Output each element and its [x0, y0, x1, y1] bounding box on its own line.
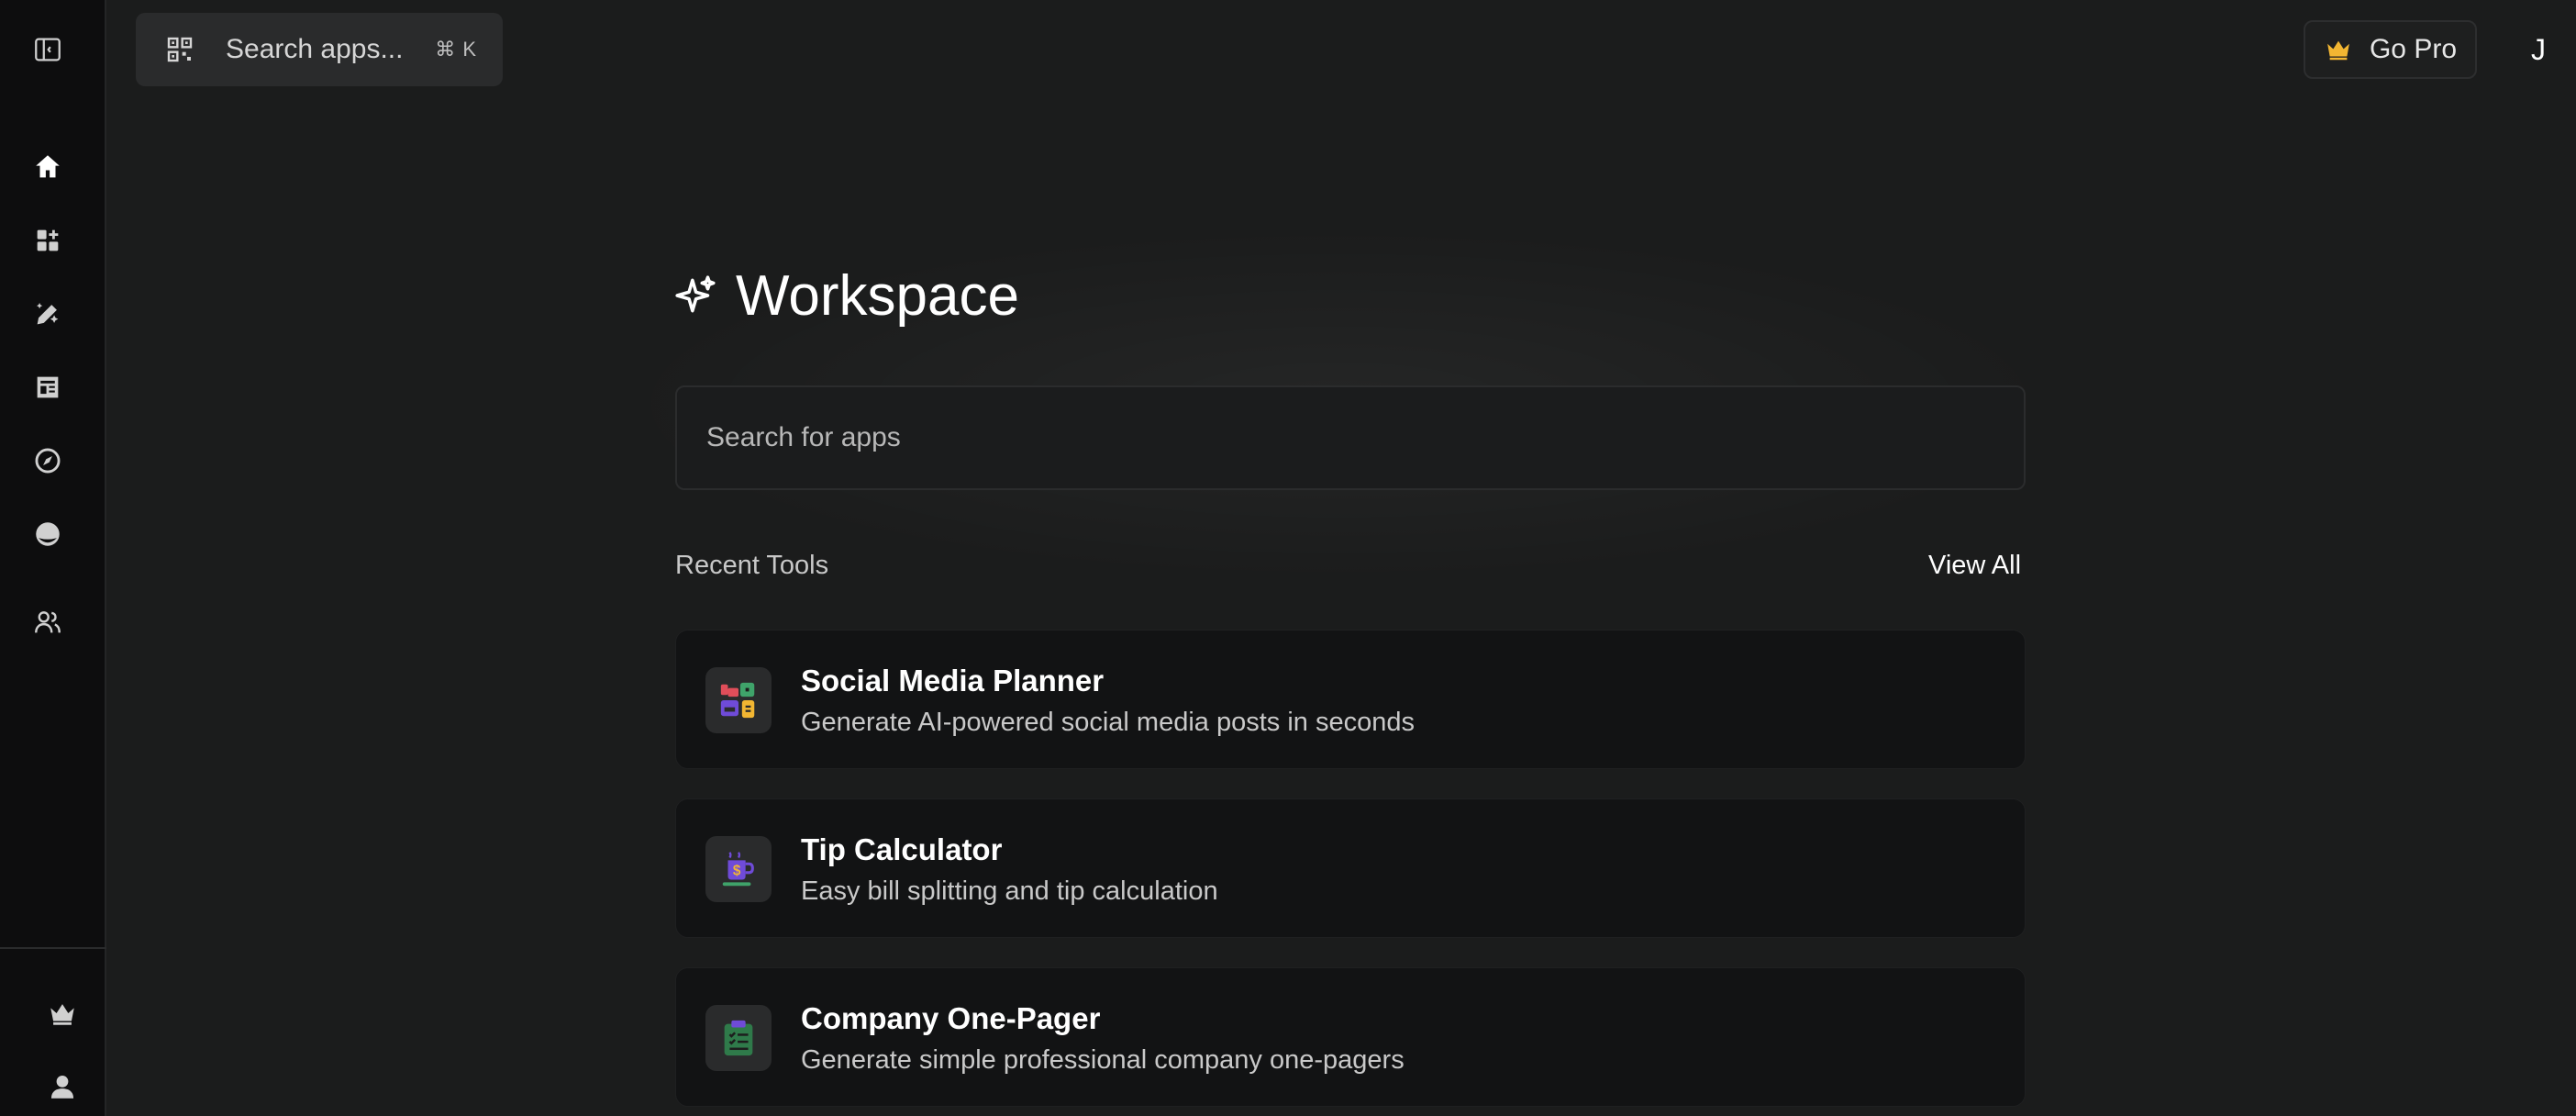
qr-code-icon: [167, 37, 193, 62]
go-pro-button[interactable]: Go Pro: [2304, 20, 2477, 79]
face-icon[interactable]: [31, 518, 64, 551]
tool-title: Company One-Pager: [801, 1001, 1101, 1035]
search-shortcut-hint: ⌘ K: [435, 38, 477, 61]
sparkles-icon: [675, 275, 716, 313]
clipboard-icon: [705, 1005, 772, 1071]
view-all-link[interactable]: View All: [1928, 551, 2021, 581]
tool-description: Generate AI-powered social media posts i…: [801, 708, 1415, 737]
tool-description: Generate simple professional company one…: [801, 1045, 1405, 1075]
edit-sparkle-icon[interactable]: [31, 297, 64, 330]
top-search-button[interactable]: Search apps... ⌘ K: [136, 13, 503, 86]
go-pro-label: Go Pro: [2369, 34, 2458, 64]
home-icon[interactable]: [31, 151, 64, 184]
tool-title: Social Media Planner: [801, 664, 1105, 698]
app-search-input[interactable]: [675, 385, 2026, 490]
panel-toggle-icon[interactable]: [31, 33, 64, 66]
crown-icon: [2327, 40, 2349, 61]
tip-jar-icon: $: [705, 836, 772, 902]
tool-description: Easy bill splitting and tip calculation: [801, 876, 1218, 906]
apps-add-icon[interactable]: [31, 224, 64, 257]
compass-icon[interactable]: [31, 444, 64, 477]
crown-icon[interactable]: [46, 997, 79, 1030]
page-title-text: Workspace: [736, 263, 1019, 328]
tool-card-social-media-planner[interactable]: Social Media Planner Generate AI-powered…: [675, 630, 2026, 769]
tool-card-company-one-pager[interactable]: Company One-Pager Generate simple profes…: [675, 967, 2026, 1107]
profile-icon[interactable]: [46, 1070, 79, 1103]
avatar[interactable]: J: [2525, 28, 2552, 72]
svg-text:$: $: [733, 864, 741, 879]
social-media-icon: [705, 667, 772, 733]
users-icon[interactable]: [31, 606, 64, 639]
newspaper-icon[interactable]: [31, 371, 64, 404]
tool-card-tip-calculator[interactable]: $ Tip Calculator Easy bill splitting and…: [675, 798, 2026, 938]
page-title: Workspace: [673, 259, 1019, 332]
recent-tools-heading: Recent Tools: [675, 551, 829, 580]
sidebar-divider: [0, 947, 106, 949]
tool-title: Tip Calculator: [801, 832, 1003, 866]
sidebar: [0, 0, 106, 1116]
top-search-label: Search apps...: [226, 34, 404, 64]
